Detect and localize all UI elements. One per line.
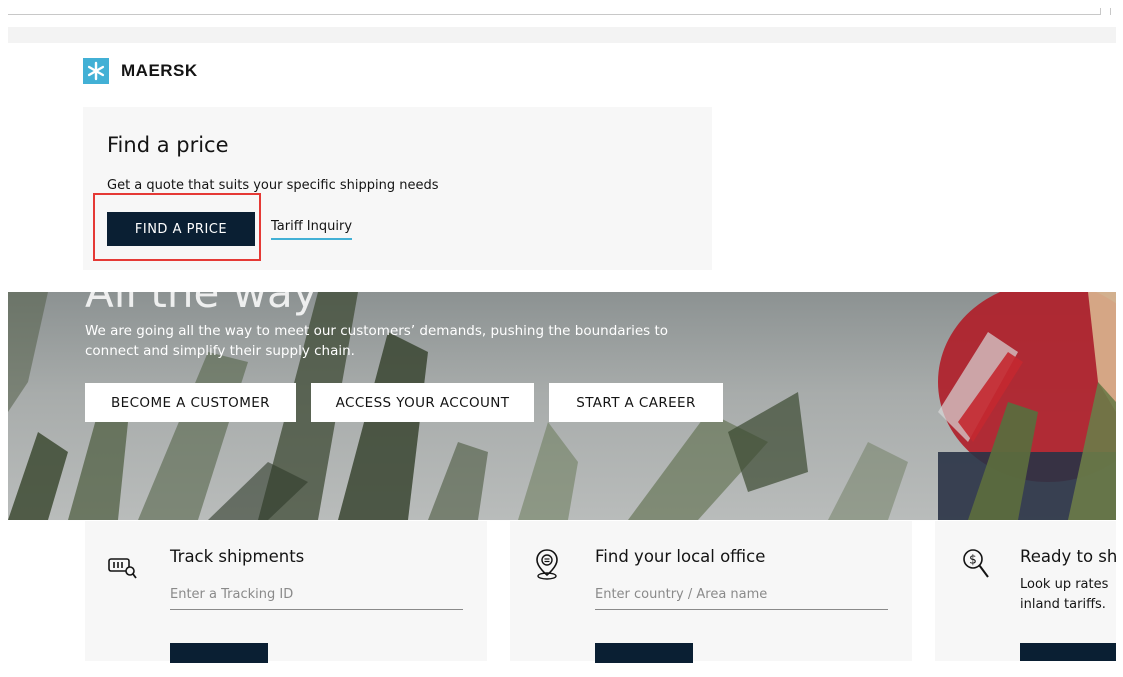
become-a-customer-button[interactable]: BECOME A CUSTOMER [85, 383, 296, 422]
access-your-account-button[interactable]: ACCESS YOUR ACCOUNT [311, 383, 534, 422]
local-office-card: Find your local office [510, 521, 912, 663]
dollar-search-icon: $ [963, 549, 989, 578]
rates-button[interactable] [1020, 643, 1116, 661]
find-office-button[interactable] [595, 643, 693, 663]
browser-top-border [8, 14, 1100, 15]
rates-card-line: inland tariffs. [1020, 597, 1106, 612]
track-shipments-title: Track shipments [170, 547, 305, 566]
hero-text: We are going all the way to meet our cus… [85, 323, 669, 359]
browser-corner-mark [1110, 8, 1111, 15]
browser-corner-mark [1100, 8, 1101, 15]
track-button[interactable] [170, 643, 268, 663]
hero-heading: All the way [85, 292, 318, 317]
local-office-title: Find your local office [595, 547, 766, 566]
rates-card-title: Ready to sh [1020, 547, 1116, 566]
find-price-subtitle: Get a quote that suits your specific shi… [107, 178, 439, 193]
hero-banner: All the way We are going all the way to … [8, 292, 1116, 520]
brand-name: MAERSK [121, 61, 198, 80]
star-icon [83, 58, 109, 84]
rates-card-line: Look up rates [1020, 577, 1109, 592]
top-band [8, 27, 1116, 43]
country-area-input[interactable] [595, 579, 888, 610]
find-price-title: Find a price [107, 133, 229, 157]
highlight-box [93, 193, 261, 261]
rates-card-description: Look up rates inland tariffs. [1020, 575, 1108, 615]
tracking-id-input[interactable] [170, 579, 463, 610]
rates-card: $ Ready to sh Look up rates inland tarif… [935, 521, 1116, 661]
svg-text:$: $ [969, 553, 977, 567]
start-a-career-button[interactable]: START A CAREER [549, 383, 723, 422]
tariff-inquiry-link[interactable]: Tariff Inquiry [271, 219, 353, 240]
barcode-search-icon [108, 558, 137, 579]
track-shipments-card: Track shipments [85, 521, 487, 663]
maersk-logo[interactable]: MAERSK [83, 58, 198, 84]
location-pin-icon [536, 549, 558, 580]
